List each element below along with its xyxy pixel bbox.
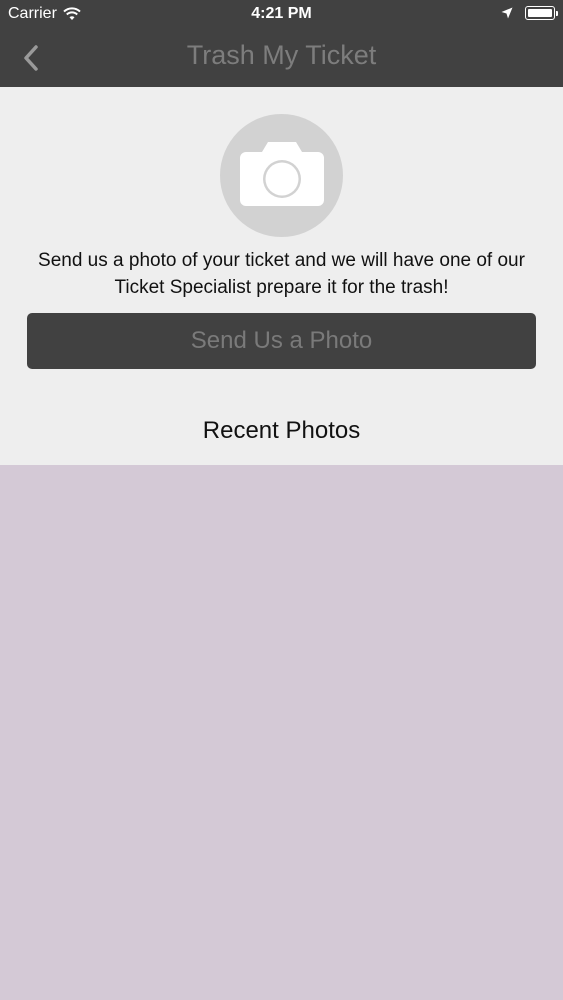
nav-bar: Trash My Ticket — [0, 30, 563, 87]
battery-fill — [528, 9, 552, 17]
status-right-group — [501, 6, 558, 20]
top-bar: Carrier 4:21 PM Trash My Ticket — [0, 0, 563, 87]
battery-tip — [556, 11, 558, 16]
app-screen: Carrier 4:21 PM Trash My Ticket Send us … — [0, 0, 563, 1000]
battery-icon — [525, 6, 558, 20]
status-time: 4:21 PM — [251, 5, 312, 22]
status-bar: Carrier 4:21 PM — [0, 0, 563, 30]
recent-photos-area — [0, 465, 563, 1000]
instructions-text: Send us a photo of your ticket and we wi… — [38, 250, 525, 298]
camera-icon — [240, 142, 324, 206]
location-arrow-icon — [501, 7, 513, 19]
camera-button[interactable] — [220, 114, 343, 237]
page-title: Trash My Ticket — [186, 40, 377, 70]
content-panel: Send us a photo of your ticket and we wi… — [0, 87, 563, 465]
recent-photos-heading: Recent Photos — [202, 417, 361, 444]
send-photo-button[interactable]: Send Us a Photo — [27, 313, 536, 369]
